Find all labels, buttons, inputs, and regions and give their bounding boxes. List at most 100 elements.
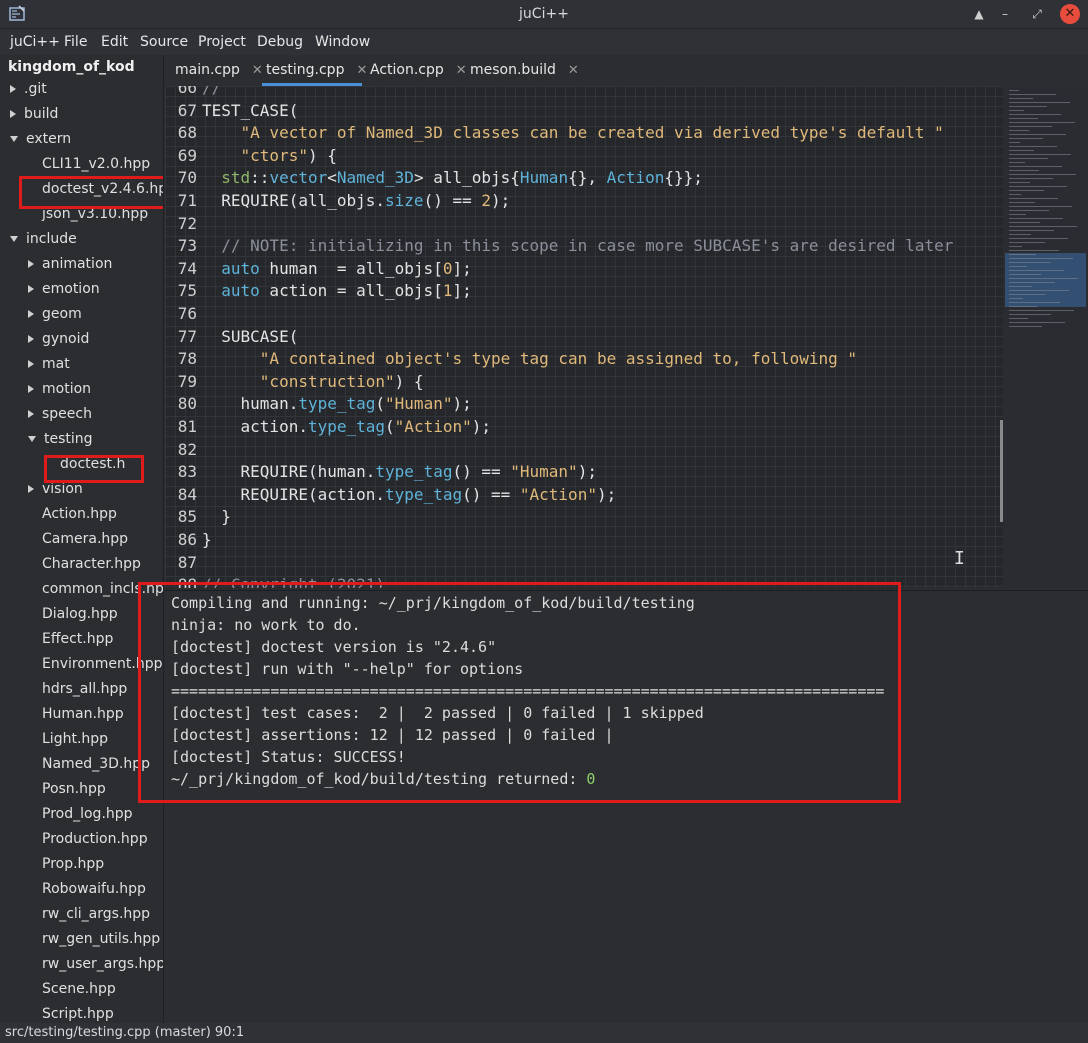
- project-name[interactable]: kingdom_of_kod: [8, 59, 135, 75]
- expanded-arrow-icon[interactable]: [28, 436, 36, 442]
- line-number: 72: [177, 213, 197, 233]
- line-number: 82: [177, 439, 197, 459]
- tree-item[interactable]: testing: [28, 431, 93, 455]
- minimap-line: [1009, 298, 1023, 299]
- tree-item[interactable]: Action.hpp: [42, 506, 117, 530]
- minimap[interactable]: [1003, 86, 1088, 588]
- tree-item[interactable]: Camera.hpp: [42, 531, 128, 555]
- maximize-button[interactable]: ⤢: [1027, 4, 1047, 24]
- tree-item[interactable]: Production.hpp: [42, 831, 148, 855]
- collapsed-arrow-icon[interactable]: [28, 385, 34, 393]
- tree-item[interactable]: .git: [10, 81, 47, 105]
- tree-item[interactable]: gynoid: [28, 331, 89, 355]
- code-line: 66 //: [165, 86, 222, 99]
- close-tab-icon[interactable]: ✕: [456, 63, 467, 78]
- tree-item-label: Robowaifu.hpp: [42, 881, 146, 897]
- tree-item[interactable]: json_v3.10.hpp: [42, 206, 148, 230]
- tree-item-label: rw_user_args.hpp: [42, 956, 164, 972]
- collapsed-arrow-icon[interactable]: [10, 110, 16, 118]
- keep-above-button[interactable]: ▲: [969, 4, 989, 24]
- collapsed-arrow-icon[interactable]: [28, 310, 34, 318]
- tree-item-label: rw_cli_args.hpp: [42, 906, 151, 922]
- menu-edit[interactable]: Edit: [101, 34, 128, 50]
- code-line: 68 "A vector of Named_3D classes can be …: [165, 121, 944, 144]
- collapsed-arrow-icon[interactable]: [28, 410, 34, 418]
- tree-item-label: Character.hpp: [42, 556, 141, 572]
- tree-item[interactable]: extern: [10, 131, 71, 155]
- tree-item[interactable]: Scene.hpp: [42, 981, 116, 1005]
- minimap-line: [1009, 246, 1022, 247]
- tree-item[interactable]: Prop.hpp: [42, 856, 104, 880]
- collapsed-arrow-icon[interactable]: [28, 285, 34, 293]
- title-bar: juCi++ ▲ – ⤢ ✕: [0, 0, 1088, 29]
- line-number: 78: [177, 349, 197, 369]
- line-number: 81: [177, 417, 197, 436]
- menu-source[interactable]: Source: [140, 34, 188, 50]
- tree-item[interactable]: mat: [28, 356, 70, 380]
- collapsed-arrow-icon[interactable]: [28, 360, 34, 368]
- terminal-output[interactable]: Compiling and running: ~/_prj/kingdom_of…: [138, 582, 1088, 1023]
- tree-item[interactable]: include: [10, 231, 77, 255]
- code-text: // NOTE: initializing in this scope in c…: [221, 236, 954, 256]
- minimap-line: [1009, 286, 1032, 287]
- tree-item[interactable]: build: [10, 106, 58, 130]
- tree-item[interactable]: rw_cli_args.hpp: [42, 906, 150, 930]
- code-text: TEST_CASE(: [202, 100, 299, 120]
- tree-item-label: Prop.hpp: [42, 856, 105, 872]
- close-tab-icon[interactable]: ✕: [568, 63, 579, 78]
- line-number: 70: [177, 168, 197, 188]
- status-file-position: src/testing/testing.cpp (master) 90:1: [5, 1025, 245, 1040]
- tree-item[interactable]: Character.hpp: [42, 556, 141, 580]
- tree-item[interactable]: motion: [28, 381, 91, 405]
- minimap-line: [1009, 254, 1036, 255]
- collapsed-arrow-icon[interactable]: [28, 335, 34, 343]
- close-tab-icon[interactable]: ✕: [356, 63, 367, 78]
- tree-item[interactable]: Script.hpp: [42, 1006, 114, 1023]
- tree-item[interactable]: Effect.hpp: [42, 631, 113, 655]
- tree-item[interactable]: rw_gen_utils.hpp: [42, 931, 160, 955]
- tree-item[interactable]: Prod_log.hpp: [42, 806, 133, 830]
- code-line: 73 // NOTE: initializing in this scope i…: [165, 234, 954, 257]
- collapsed-arrow-icon[interactable]: [28, 485, 34, 493]
- minimap-line: [1009, 222, 1040, 223]
- collapsed-arrow-icon[interactable]: [28, 260, 34, 268]
- code-editor[interactable]: 66 // 67 TEST_CASE(68 "A vector of Named_3D…: [165, 86, 1003, 588]
- tree-item[interactable]: Posn.hpp: [42, 781, 106, 805]
- tree-item[interactable]: Robowaifu.hpp: [42, 881, 146, 905]
- minimap-line: [1009, 150, 1034, 151]
- minimap-line: [1009, 202, 1035, 203]
- tree-item[interactable]: speech: [28, 406, 92, 430]
- expanded-arrow-icon[interactable]: [10, 236, 18, 242]
- tab-action-cpp[interactable]: Action.cpp ✕: [370, 62, 467, 78]
- tab-meson-build[interactable]: meson.build ✕: [470, 62, 579, 78]
- tab-main-cpp[interactable]: main.cpp ✕: [175, 62, 263, 78]
- mouse-ibeam-cursor: I: [954, 548, 965, 569]
- menu-debug[interactable]: Debug: [257, 34, 303, 50]
- tree-item[interactable]: Named_3D.hpp: [42, 756, 150, 780]
- minimap-line: [1009, 138, 1043, 139]
- menu-window[interactable]: Window: [315, 34, 370, 50]
- tab-testing-cpp[interactable]: testing.cpp ✕: [266, 62, 367, 78]
- tree-item[interactable]: emotion: [28, 281, 100, 305]
- menu-project[interactable]: Project: [198, 34, 246, 50]
- collapsed-arrow-icon[interactable]: [10, 85, 16, 93]
- minimap-line: [1009, 274, 1041, 275]
- tree-item[interactable]: rw_user_args.hpp: [42, 956, 164, 980]
- code-line: 77 SUBCASE(: [165, 325, 299, 348]
- minimap-line: [1009, 134, 1066, 135]
- menu-jucipp[interactable]: juCi++: [10, 34, 60, 50]
- minimize-button[interactable]: –: [995, 4, 1015, 24]
- expanded-arrow-icon[interactable]: [10, 136, 18, 142]
- tree-item[interactable]: hdrs_all.hpp: [42, 681, 127, 705]
- tree-item[interactable]: Human.hpp: [42, 706, 124, 730]
- minimap-line: [1009, 310, 1074, 311]
- tree-item[interactable]: Light.hpp: [42, 731, 108, 755]
- tree-item[interactable]: Dialog.hpp: [42, 606, 118, 630]
- tree-item[interactable]: animation: [28, 256, 112, 280]
- line-number: 87: [177, 552, 197, 572]
- tree-item[interactable]: geom: [28, 306, 82, 330]
- close-button[interactable]: ✕: [1060, 4, 1080, 24]
- menu-file[interactable]: File: [64, 34, 87, 50]
- close-tab-icon[interactable]: ✕: [252, 63, 263, 78]
- tree-item[interactable]: vision: [28, 481, 83, 505]
